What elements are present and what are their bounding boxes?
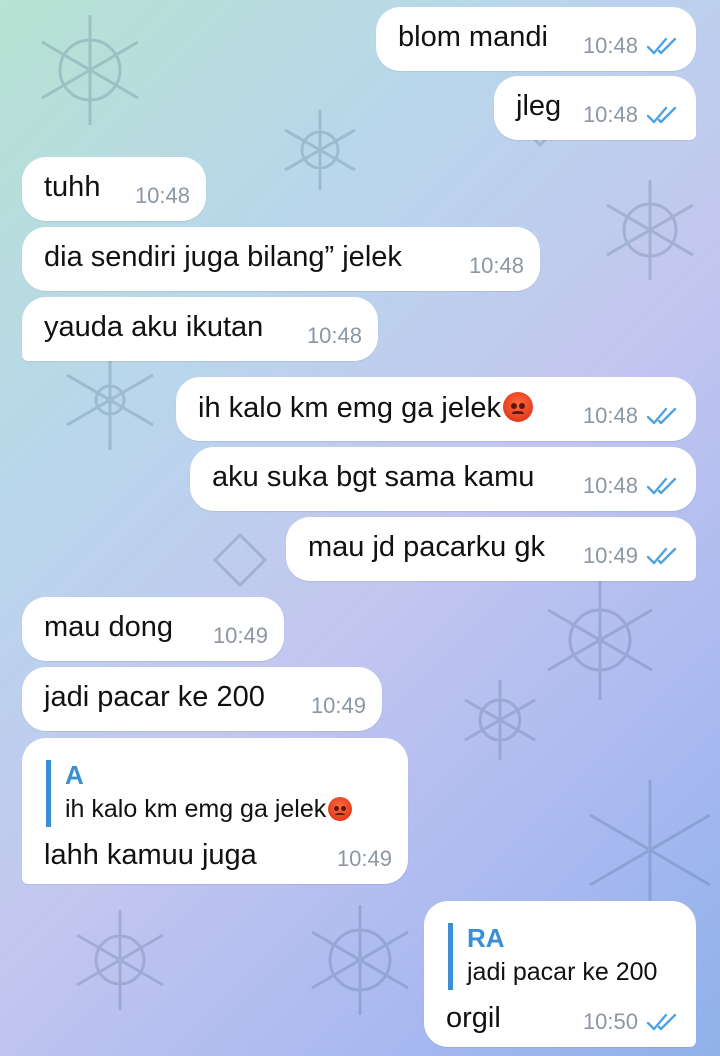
angry-face-emoji [328, 797, 353, 822]
message-bubble-incoming[interactable]: jadi pacar ke 200 10:49 [22, 667, 382, 731]
message-time: 10:49 [336, 846, 392, 871]
message-meta: 10:48 [583, 405, 680, 427]
message-bubble-outgoing[interactable]: jleg 10:48 [494, 76, 696, 140]
message-text: yauda aku ikutan [44, 311, 264, 344]
message-bubble-outgoing[interactable]: mau jd pacarku gk 10:49 [286, 517, 696, 581]
message-meta: 10:48 [135, 185, 190, 207]
message-bubble-incoming[interactable]: tuhh 10:48 [22, 157, 206, 221]
message-time: 10:48 [306, 323, 362, 348]
message-text: jadi pacar ke 200 [44, 681, 265, 714]
double-check-icon [646, 36, 680, 56]
message-text: lahh kamuu juga [44, 839, 257, 871]
message-text: orgil [446, 1002, 501, 1034]
message-text: tuhh [44, 171, 101, 204]
message-meta: 10:49 [583, 545, 680, 567]
reply-quote[interactable]: RA jadi pacar ke 200 [448, 923, 658, 991]
message-meta: 10:48 [307, 325, 362, 347]
message-bubble-incoming[interactable]: dia sendiri juga bilang” jelek 10:48 [22, 227, 540, 291]
message-meta: 10:49 [311, 695, 366, 717]
reply-quote-text: ih kalo km emg ga jelek [65, 791, 353, 827]
message-time: 10:48 [582, 473, 638, 498]
message-meta: 10:48 [583, 35, 680, 57]
message-meta: 10:49 [337, 848, 392, 870]
message-bubble-outgoing[interactable]: blom mandi 10:48 [376, 7, 696, 71]
reply-sender-name: RA [467, 923, 505, 953]
message-time: 10:49 [212, 623, 268, 648]
message-text: dia sendiri juga bilang” jelek [44, 241, 402, 274]
message-bubble-incoming[interactable]: mau dong 10:49 [22, 597, 284, 661]
message-meta: 10:49 [213, 625, 268, 647]
message-time: 10:48 [468, 253, 524, 278]
message-meta: 10:48 [469, 255, 524, 277]
message-time: 10:48 [582, 33, 638, 58]
message-bubble-incoming-reply[interactable]: A ih kalo km emg ga jelek lahh kamuu jug… [22, 738, 408, 884]
message-bubble-outgoing-reply[interactable]: RA jadi pacar ke 200 orgil 10:50 [424, 901, 696, 1047]
double-check-icon [646, 105, 680, 125]
message-text: aku suka bgt sama kamu [212, 461, 535, 494]
message-time: 10:48 [582, 403, 638, 428]
chat-area[interactable]: blom mandi 10:48 jleg 10:48 tuhh 10:48 d… [0, 0, 720, 1056]
double-check-icon [646, 1012, 680, 1032]
message-meta: 10:50 [583, 1011, 680, 1033]
double-check-icon [646, 476, 680, 496]
reply-quote[interactable]: A ih kalo km emg ga jelek [46, 760, 353, 828]
message-time: 10:50 [582, 1009, 638, 1034]
reply-sender-name: A [65, 760, 84, 790]
reply-quote-text-content: ih kalo km emg ga jelek [65, 795, 327, 824]
message-time: 10:48 [134, 183, 190, 208]
message-time: 10:48 [582, 102, 638, 127]
double-check-icon [646, 406, 680, 426]
message-bubble-outgoing[interactable]: ih kalo km emg ga jelek 10:48 [176, 377, 696, 441]
reply-quote-text: jadi pacar ke 200 [467, 958, 658, 987]
message-text: jleg [516, 90, 562, 123]
message-text-content: ih kalo km emg ga jelek [198, 391, 502, 424]
message-text: blom mandi [398, 21, 548, 54]
message-time: 10:49 [582, 543, 638, 568]
double-check-icon [646, 546, 680, 566]
message-text: mau jd pacarku gk [308, 531, 545, 564]
message-time: 10:49 [310, 693, 366, 718]
angry-face-emoji [503, 391, 534, 422]
message-text: ih kalo km emg ga jelek [198, 391, 534, 424]
message-bubble-incoming[interactable]: yauda aku ikutan 10:48 [22, 297, 378, 361]
message-meta: 10:48 [583, 104, 680, 126]
message-text: mau dong [44, 611, 173, 644]
message-meta: 10:48 [583, 475, 680, 497]
message-bubble-outgoing[interactable]: aku suka bgt sama kamu 10:48 [190, 447, 696, 511]
